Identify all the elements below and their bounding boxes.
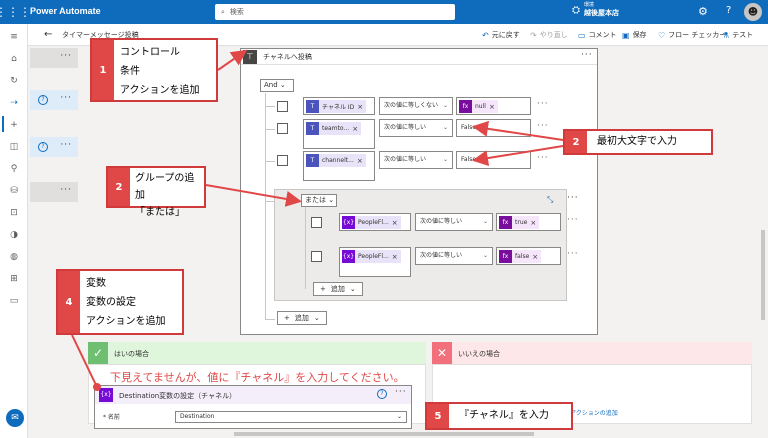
annotation-line: アクションを追加: [120, 85, 200, 96]
annotation-callout-4: 4 変数 変数の設定 アクションを追加: [56, 269, 184, 335]
annotation-callout-2b: 2 グループの追加 「または」: [106, 166, 206, 218]
annotation-line: 『チャネル』を入力: [459, 410, 549, 421]
annotation-line: 最初大文字で入力: [597, 136, 677, 147]
annotation-line: 「または」: [135, 207, 185, 218]
annotation-number: 4: [58, 271, 80, 333]
annotation-arrow: [217, 49, 248, 71]
annotation-line: コントロール: [120, 47, 180, 58]
annotation-arrow: [205, 184, 302, 207]
annotation-callout-2a: 2 最初大文字で入力: [563, 129, 713, 155]
annotation-number: 1: [92, 40, 114, 100]
annotation-callout-5: 5 『チャネル』を入力: [425, 402, 573, 430]
annotation-number: 2: [108, 168, 130, 206]
annotation-number: 2: [565, 131, 587, 153]
annotation-arrow: [71, 334, 97, 386]
annotation-note: 下見えてませんが、値に『チャネル』を入力してください。: [110, 371, 405, 384]
annotation-line: 変数の設定: [86, 297, 136, 308]
annotation-arrow: [472, 120, 564, 141]
annotation-line: グループの追加: [135, 173, 195, 201]
annotation-arrow: [472, 145, 564, 166]
annotation-callout-1: 1 コントロール 条件 アクションを追加: [90, 38, 218, 102]
annotation-line: アクションを追加: [86, 316, 166, 327]
annotation-dot: [93, 383, 101, 391]
annotation-line: 変数: [86, 278, 106, 289]
annotation-number: 5: [427, 404, 449, 428]
annotation-line: 条件: [120, 66, 140, 77]
